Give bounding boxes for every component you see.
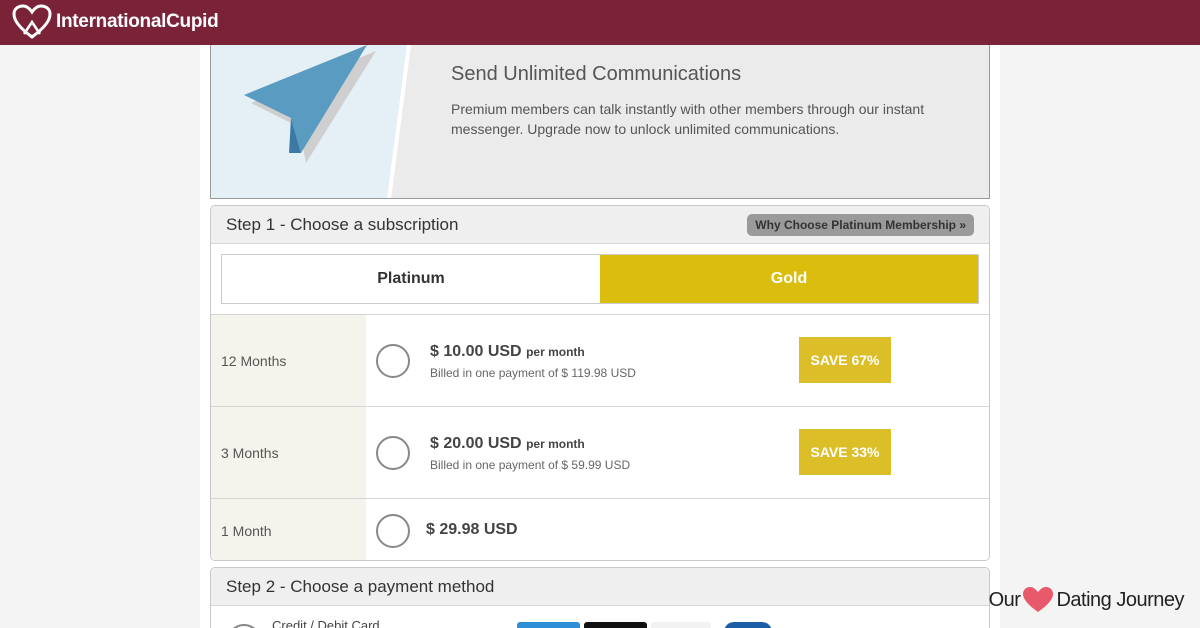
save-badge: SAVE 67% (799, 337, 891, 383)
price-amount: $ 20.00 USD (430, 435, 522, 452)
plan-price: $ 29.98 USD (426, 521, 518, 538)
amex-card-icon (517, 622, 580, 628)
watermark-right: Dating Journey (1056, 588, 1184, 611)
subscription-step: Step 1 - Choose a subscription Why Choos… (210, 205, 990, 561)
payment-radio[interactable] (227, 624, 261, 628)
discover-card-icon (651, 622, 711, 628)
step1-title: Step 1 - Choose a subscription (226, 215, 459, 234)
plan-list: 12 Months $ 10.00 USD per month Billed i… (211, 314, 989, 560)
plan-row-1-month[interactable]: 1 Month $ 29.98 USD (211, 498, 989, 560)
top-bar: InternationalCupid (0, 0, 1200, 45)
diners-card-icon (724, 622, 772, 628)
watermark: Our Dating Journey (989, 586, 1184, 614)
logo[interactable]: InternationalCupid (12, 4, 219, 40)
plan-row-12-months[interactable]: 12 Months $ 10.00 USD per month Billed i… (211, 314, 989, 406)
plan-type-toggle: Platinum Gold (221, 254, 979, 304)
step1-header: Step 1 - Choose a subscription Why Choos… (211, 206, 989, 244)
plan-duration: 12 Months (211, 315, 366, 406)
tab-platinum[interactable]: Platinum (222, 255, 600, 303)
why-platinum-button[interactable]: Why Choose Platinum Membership » (747, 214, 974, 236)
banner-description: Premium members can talk instantly with … (451, 101, 925, 137)
tab-gold[interactable]: Gold (600, 255, 978, 303)
billed-note: Billed in one payment of $ 119.98 USD (430, 366, 636, 380)
plan-price: $ 10.00 USD per month (430, 343, 585, 361)
step2-title: Step 2 - Choose a payment method (226, 577, 495, 596)
paper-plane-icon (211, 45, 411, 198)
plan-radio[interactable] (376, 436, 410, 470)
mastercard-card-icon (584, 622, 647, 628)
payment-step: Step 2 - Choose a payment method Credit … (210, 567, 990, 628)
plan-duration: 1 Month (211, 499, 366, 560)
logo-text: InternationalCupid (56, 11, 219, 32)
price-per: per month (526, 437, 585, 451)
billed-note: Billed in one payment of $ 59.99 USD (430, 458, 631, 472)
step2-header: Step 2 - Choose a payment method (211, 568, 989, 606)
plan-duration: 3 Months (211, 407, 366, 498)
banner-title: Send Unlimited Communications (451, 63, 742, 85)
watermark-left: Our (988, 588, 1021, 611)
price-amount: $ 10.00 USD (430, 343, 522, 360)
main-content: Send Unlimited Communications Premium me… (200, 45, 1000, 628)
price-per: per month (526, 345, 585, 359)
heart-logo-icon (12, 4, 52, 39)
save-badge: SAVE 33% (799, 429, 891, 475)
heart-icon (1023, 587, 1054, 612)
plan-row-3-months[interactable]: 3 Months $ 20.00 USD per month Billed in… (211, 406, 989, 498)
plan-radio[interactable] (376, 514, 410, 548)
payment-option-label: Credit / Debit Card (272, 618, 380, 628)
plan-radio[interactable] (376, 344, 410, 378)
plan-price: $ 20.00 USD per month (430, 435, 585, 453)
promo-banner: Send Unlimited Communications Premium me… (210, 45, 990, 199)
